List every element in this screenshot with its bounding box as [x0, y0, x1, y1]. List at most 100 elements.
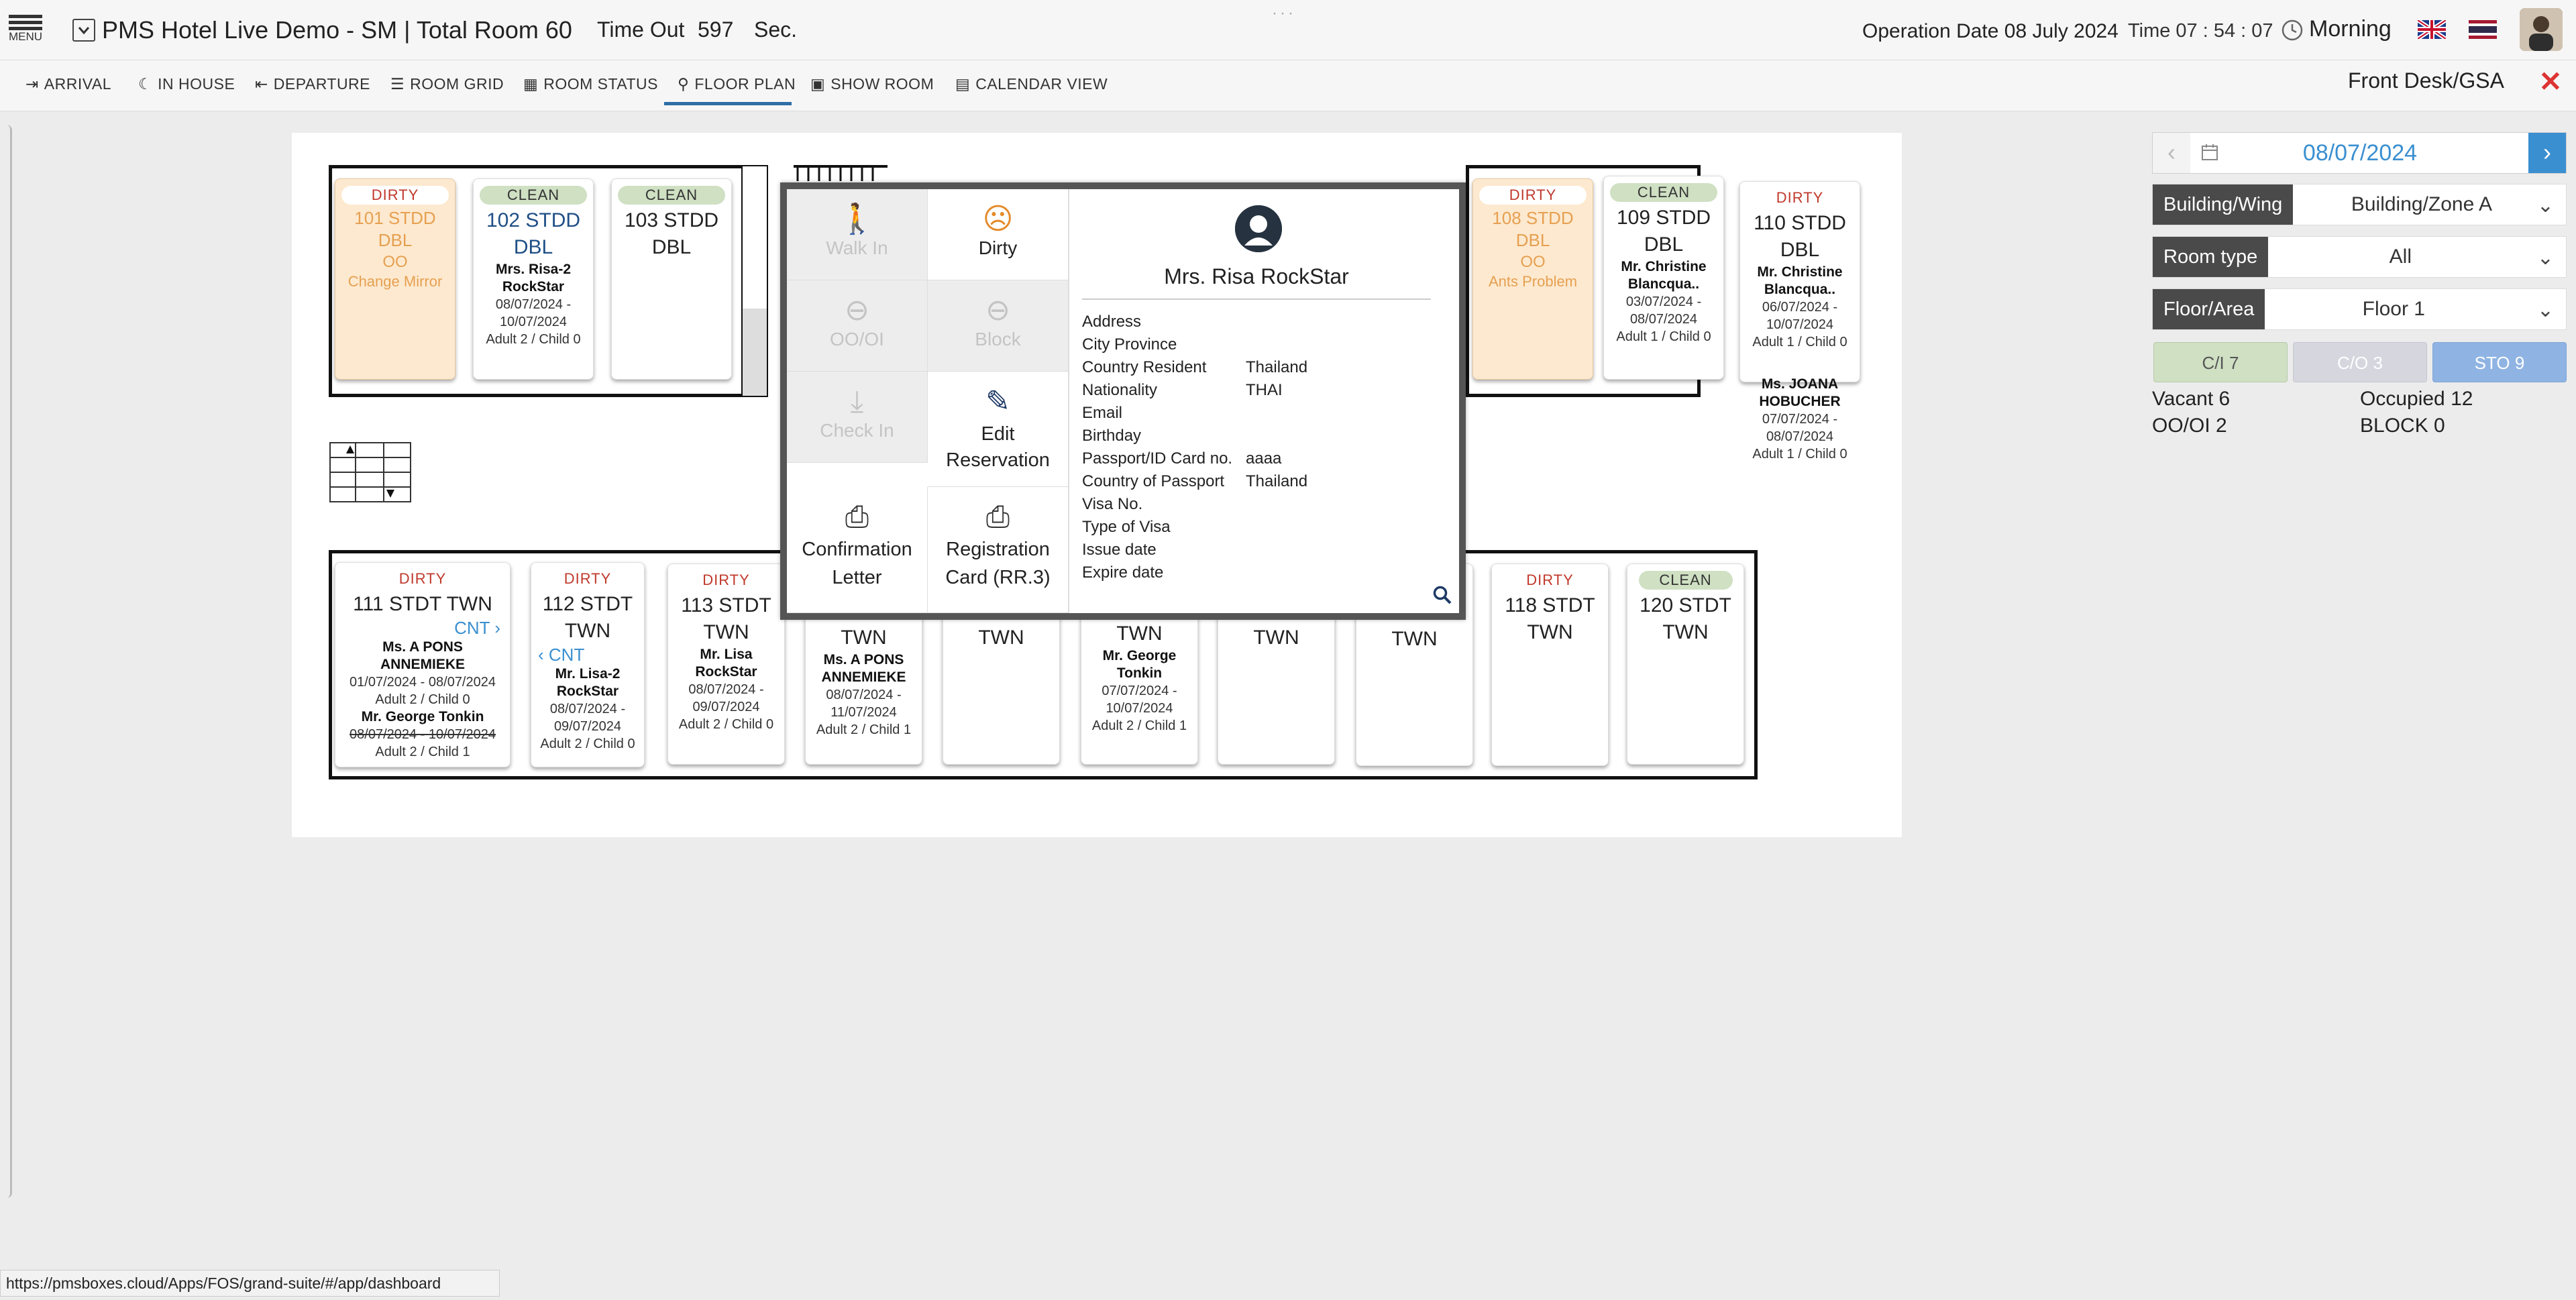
- field-address: Address: [1082, 313, 1142, 331]
- checkin-count-tag[interactable]: C/I 7: [2153, 342, 2288, 382]
- date-next-button[interactable]: ›: [2528, 133, 2566, 173]
- confirmation-letter-button[interactable]: ⎙ Confirmation Letter: [787, 487, 928, 613]
- pax: Adult 1 / Child 0: [1616, 329, 1711, 344]
- building-filter[interactable]: Building/Wing Building/Zone A ⌄: [2152, 184, 2567, 225]
- room-type-filter[interactable]: Room type All ⌄: [2152, 236, 2567, 278]
- date-prev-button[interactable]: ‹: [2153, 133, 2190, 173]
- room-card-108[interactable]: DIRTY 108 STDD DBL OO Ants Problem: [1472, 178, 1593, 380]
- room-type: DBL: [378, 230, 413, 250]
- user-avatar[interactable]: [2520, 8, 2563, 51]
- stay-dates: 08/07/2024 -: [549, 702, 626, 716]
- menu-label: MENU: [8, 30, 43, 43]
- room-card-118[interactable]: DIRTY 118 STDT TWN: [1491, 563, 1609, 766]
- oooi-button[interactable]: ⊖ OO/OI: [787, 280, 928, 372]
- menu-button[interactable]: MENU: [7, 9, 44, 54]
- date-input[interactable]: 08/07/2024: [2190, 133, 2530, 173]
- stay-dates: 08/07/2024 - 10/07/2024: [350, 727, 496, 742]
- sad-face-icon: ☹: [982, 203, 1014, 235]
- room-110-second-guest: Ms. JOANA HOBUCHER 07/07/2024 - 08/07/20…: [1739, 376, 1860, 463]
- checkout-count-tag[interactable]: C/O 3: [2293, 342, 2427, 382]
- field-nationality: Nationality THAI: [1082, 381, 1283, 399]
- download-icon: ⤓: [850, 385, 864, 418]
- edit-reservation-button[interactable]: ✎ Edit Reservation: [928, 372, 1069, 487]
- connecting-room-link[interactable]: CNT ›: [335, 618, 510, 639]
- sign-out-icon: ⇤: [255, 75, 268, 93]
- pax: Adult 1 / Child 0: [1752, 335, 1847, 349]
- oo-label: OO: [382, 253, 408, 271]
- tab-in-house[interactable]: ☾ IN HOUSE: [138, 75, 235, 93]
- room-type: TWN: [1116, 622, 1163, 645]
- left-drawer-edge[interactable]: [0, 125, 12, 1198]
- room-card-120[interactable]: CLEAN 120 STDT TWN: [1627, 563, 1744, 765]
- thai-flag-icon[interactable]: [2469, 20, 2497, 39]
- calendar-icon: ▤: [955, 75, 971, 93]
- registration-card-button[interactable]: ⎙ Registration Card (RR.3): [928, 487, 1069, 613]
- block-count: BLOCK 0: [2360, 415, 2445, 437]
- guest-name: Mr. George Tonkin: [361, 709, 484, 724]
- guest-name: Mr. Christine: [1757, 264, 1843, 280]
- status-badge: CLEAN: [1610, 183, 1717, 202]
- room-card-102[interactable]: CLEAN 102 STDD DBL Mrs. Risa-2 RockStar …: [473, 178, 594, 380]
- tab-arrival[interactable]: ⇥ ARRIVAL: [25, 75, 111, 93]
- minus-circle-icon: ⊖: [985, 294, 1010, 327]
- uk-flag-icon[interactable]: [2418, 20, 2446, 39]
- building-filter-value: Building/Zone A: [2351, 193, 2492, 215]
- oo-label: OO: [1520, 253, 1546, 271]
- room-name: 118 STDT: [1505, 594, 1595, 616]
- active-tab-indicator: [664, 102, 792, 105]
- check-in-button[interactable]: ⤓ Check In: [787, 372, 928, 463]
- guest-name: Tonkin: [1116, 665, 1163, 681]
- room-card-111[interactable]: DIRTY 111 STDT TWN CNT › Ms. A PONS ANNE…: [335, 562, 511, 767]
- guest-name: Mr. George: [1102, 648, 1177, 663]
- tab-room-grid[interactable]: ☰ ROOM GRID: [390, 75, 504, 93]
- room-name: 103 STDD: [624, 209, 719, 231]
- stay-dates: 09/07/2024: [692, 700, 760, 714]
- guest-name: Blancqua..: [1627, 276, 1700, 292]
- room-card-109[interactable]: CLEAN 109 STDD DBL Mr. Christine Blancqu…: [1603, 176, 1724, 380]
- tab-show-room[interactable]: ▣ SHOW ROOM: [810, 75, 934, 93]
- tab-floor-plan[interactable]: ⚲ FLOOR PLAN: [678, 75, 796, 93]
- floor-filter[interactable]: Floor/Area Floor 1 ⌄: [2152, 288, 2567, 330]
- status-badge: CLEAN: [480, 186, 587, 205]
- guest-name: ANNEMIEKE: [380, 657, 465, 672]
- tab-calendar-view[interactable]: ▤ CALENDAR VIEW: [955, 75, 1108, 93]
- stayover-count-tag[interactable]: STO 9: [2432, 342, 2567, 382]
- stairs-icon: [794, 165, 888, 181]
- room-card-103[interactable]: CLEAN 103 STDD DBL: [611, 178, 732, 380]
- close-icon[interactable]: ✕: [2536, 68, 2565, 98]
- room-name: 110 STDD: [1754, 212, 1846, 234]
- stay-dates: 07/07/2024 -: [1102, 684, 1177, 698]
- dirty-button[interactable]: ☹ Dirty: [928, 189, 1069, 280]
- field-country-resident: Country Resident Thailand: [1082, 358, 1308, 376]
- field-passport: Passport/ID Card no. aaaa: [1082, 449, 1282, 468]
- room-name: 112 STDT: [542, 593, 633, 615]
- connecting-room-link[interactable]: ‹ CNT: [531, 645, 644, 665]
- clock-icon: [2281, 19, 2304, 42]
- status-badge: CLEAN: [618, 186, 725, 205]
- tab-departure[interactable]: ⇤ DEPARTURE: [255, 75, 370, 93]
- pencil-icon: ✎: [985, 385, 1010, 418]
- date-picker: ‹ 08/07/2024 ›: [2152, 132, 2567, 174]
- field-expire-date: Expire date: [1082, 563, 1164, 582]
- status-badge: DIRTY: [369, 570, 476, 588]
- room-card-113[interactable]: DIRTY 113 STDT TWN Mr. Lisa RockStar 08/…: [667, 563, 785, 765]
- block-button[interactable]: ⊖ Block: [928, 280, 1069, 372]
- drag-handle-icon[interactable]: ···: [1272, 4, 1296, 23]
- room-type: TWN: [1527, 621, 1573, 643]
- role-label: Front Desk/GSA: [2348, 68, 2504, 93]
- tab-room-status[interactable]: ▦ ROOM STATUS: [523, 75, 658, 93]
- room-card-110[interactable]: DIRTY 110 STDD DBL Mr. Christine Blancqu…: [1739, 181, 1860, 382]
- guest-avatar-icon: [1235, 205, 1282, 252]
- room-card-112[interactable]: DIRTY 112 STDT TWN ‹ CNT Mr. Lisa-2 Rock…: [531, 562, 645, 767]
- stay-dates: 06/07/2024 -: [1762, 300, 1838, 315]
- chevron-down-icon: ⌄: [2536, 195, 2554, 217]
- sign-in-icon: ⇥: [25, 75, 39, 93]
- search-icon[interactable]: [1432, 585, 1452, 605]
- room-card-101[interactable]: DIRTY 101 STDD DBL OO Change Mirror: [335, 178, 455, 380]
- status-badge: DIRTY: [1503, 571, 1597, 590]
- walk-in-button[interactable]: 🚶 Walk In: [787, 189, 928, 280]
- room-note: Ants Problem: [1488, 273, 1578, 290]
- map-pin-icon: ⚲: [678, 75, 690, 93]
- room-action-popup: 🚶 Walk In ☹ Dirty ⊖ OO/OI ⊖ Block ⤓ Chec…: [780, 182, 1466, 620]
- chevron-down-icon[interactable]: [72, 19, 95, 42]
